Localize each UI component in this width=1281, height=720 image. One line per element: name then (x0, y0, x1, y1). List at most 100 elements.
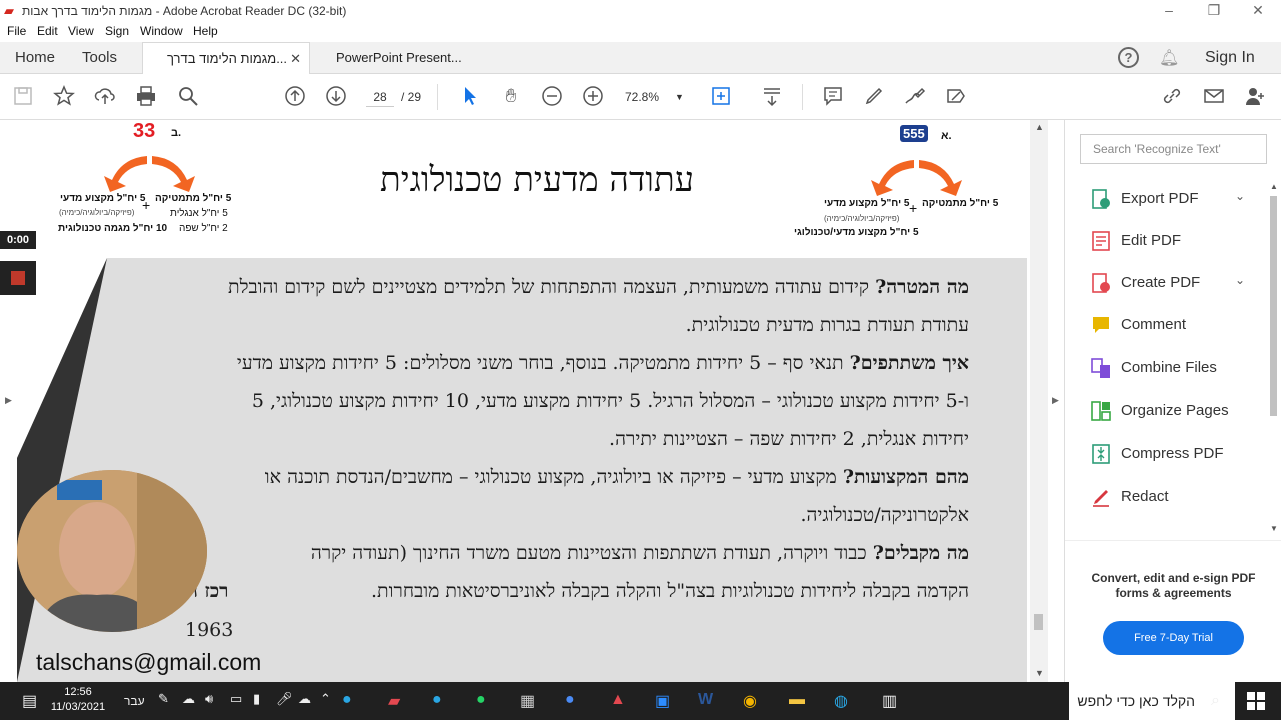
close-window-button[interactable]: ✕ (1235, 0, 1281, 22)
telegram-icon[interactable]: ● (432, 691, 442, 709)
organize-pages-icon (1091, 401, 1111, 421)
hand-tool-icon[interactable]: ✋︎ (499, 85, 523, 109)
bookmark-star-icon[interactable] (52, 85, 76, 109)
edge-icon[interactable]: ◍ (834, 691, 848, 711)
cloud-icon[interactable]: ☁ (182, 691, 195, 707)
sign-in-button[interactable]: Sign In (1205, 42, 1255, 74)
highlight-pen-icon[interactable] (862, 85, 886, 109)
right-pane-collapse[interactable]: ▶ (1048, 120, 1064, 682)
fill-sign-icon[interactable] (944, 85, 968, 109)
save-icon[interactable] (11, 85, 35, 109)
acrobat-app-icon[interactable]: ▰ (388, 691, 400, 711)
scroll-up-icon[interactable]: ▲ (1270, 182, 1278, 191)
language-indicator[interactable]: עבר (124, 694, 145, 708)
pen-icon[interactable]: ✎ (158, 691, 169, 707)
tools-scrollbar[interactable]: ▲ ▼ (1267, 180, 1279, 538)
chevron-down-icon[interactable]: ⌄ (1235, 273, 1245, 287)
chevron-up-icon[interactable]: ⌃ (320, 691, 331, 707)
task-view-icon[interactable]: ▥ (882, 691, 897, 711)
next-page-icon[interactable] (324, 85, 348, 109)
tool-organize-pages[interactable]: Organize Pages (1085, 398, 1265, 424)
scroll-down-icon[interactable]: ▼ (1270, 524, 1278, 533)
bell-icon[interactable]: 🔔︎ (1159, 48, 1179, 68)
tool-comment[interactable]: Comment (1085, 312, 1265, 338)
toolbar-divider (437, 84, 438, 110)
minimize-button[interactable]: – (1146, 0, 1192, 22)
tool-edit-pdf[interactable]: Edit PDF (1085, 228, 1265, 254)
tool-combine-files[interactable]: Combine Files (1085, 355, 1265, 381)
tab-home[interactable]: Home (15, 42, 55, 74)
promo-text: Convert, edit and e-sign PDF forms & agr… (1091, 571, 1256, 600)
menu-window[interactable]: Window (140, 24, 183, 38)
help-app-icon[interactable]: ● (342, 691, 352, 709)
left-pane-collapse[interactable]: ▶ (0, 120, 17, 682)
menu-help[interactable]: Help (193, 24, 218, 38)
upload-icon[interactable] (93, 85, 117, 109)
maximize-button[interactable]: ❐ (1191, 0, 1237, 22)
text-line: מה מקבלים? כבוד ויוקרה, תעודת השתתפות וה… (310, 542, 969, 564)
menu-sign[interactable]: Sign (105, 24, 129, 38)
word-icon[interactable]: W (698, 691, 713, 709)
volume-icon[interactable]: 🔊︎ (205, 691, 213, 707)
battery-icon[interactable]: ▮ (253, 691, 260, 707)
tool-redact[interactable]: Redact (1085, 484, 1265, 510)
tab-document-2[interactable]: PowerPoint Present... (324, 42, 479, 74)
collapse-right-icon[interactable]: ▶ (1052, 395, 1059, 406)
whatsapp-icon[interactable]: ● (476, 691, 486, 709)
promo-section: Convert, edit and e-sign PDF forms & agr… (1065, 540, 1281, 682)
create-pdf-icon (1092, 273, 1110, 293)
tab-close-icon[interactable]: ✕ (290, 43, 301, 75)
sign-icon[interactable] (903, 85, 927, 109)
recognize-text-search-input[interactable]: Search 'Recognize Text' (1080, 134, 1267, 164)
microphone-icon[interactable]: 🎤︎ (276, 691, 293, 707)
scroll-thumb[interactable] (1270, 196, 1277, 416)
tab-tools[interactable]: Tools (82, 42, 117, 74)
link-icon[interactable] (1160, 85, 1184, 109)
search-icon[interactable] (176, 85, 200, 109)
free-trial-button[interactable]: Free 7-Day Trial (1103, 621, 1244, 655)
add-user-icon[interactable] (1243, 85, 1267, 109)
notifications-icon[interactable]: ▤ (22, 691, 37, 711)
scroll-down-icon[interactable]: ▼ (1035, 668, 1044, 678)
chevron-down-icon[interactable]: ⌄ (1235, 189, 1245, 203)
zoom-in-icon[interactable] (581, 85, 605, 109)
tool-create-pdf[interactable]: Create PDF ⌄ (1085, 270, 1265, 296)
network-icon[interactable]: ▭ (230, 691, 242, 707)
scroll-thumb[interactable] (1034, 614, 1043, 630)
tool-compress-pdf[interactable]: Compress PDF (1085, 441, 1265, 467)
webcam-overlay (17, 470, 207, 632)
document-scrollbar[interactable]: ▲ ▼ (1030, 120, 1048, 682)
select-cursor-icon[interactable] (458, 85, 482, 109)
onedrive-icon[interactable]: ☁ (298, 691, 311, 707)
menu-view[interactable]: View (68, 24, 94, 38)
tab-document-2-label: PowerPoint Present... (336, 50, 462, 65)
tab-document-active[interactable]: מגמות הלימוד בדרך... ✕ (142, 42, 310, 74)
expand-left-icon[interactable]: ▶ (5, 395, 12, 406)
scroll-up-icon[interactable]: ▲ (1035, 122, 1044, 132)
windows-start-icon[interactable] (1247, 692, 1265, 710)
app-icon[interactable]: ● (565, 691, 575, 709)
tool-export-pdf[interactable]: Export PDF ⌄ (1085, 186, 1265, 212)
print-icon[interactable] (134, 85, 158, 109)
chrome-icon[interactable]: ◉ (743, 691, 757, 711)
email-icon[interactable] (1202, 85, 1226, 109)
search-icon[interactable]: ⌕ (1211, 692, 1220, 710)
zoom-out-icon[interactable] (540, 85, 564, 109)
menu-edit[interactable]: Edit (37, 24, 58, 38)
menu-file[interactable]: File (7, 24, 26, 38)
option-letter-a: א. (941, 130, 952, 142)
previous-page-icon[interactable] (283, 85, 307, 109)
app-icon[interactable]: ▲ (610, 691, 626, 709)
clock[interactable]: 12:56 11/03/2021 (48, 685, 108, 715)
zoom-select[interactable]: 72.8% ▼ (625, 87, 687, 107)
page-number-input[interactable]: 28 (366, 87, 394, 107)
text-line: איך משתתפים? תנאי סף – 5 יחידות מתמטיקה.… (236, 352, 969, 374)
scroll-mode-icon[interactable] (760, 85, 784, 109)
file-explorer-icon[interactable]: ▬ (789, 691, 805, 709)
record-button[interactable] (0, 261, 36, 295)
zoom-app-icon[interactable]: ▣ (655, 691, 670, 711)
fit-page-icon[interactable] (709, 85, 733, 109)
comment-icon[interactable] (821, 85, 845, 109)
help-icon[interactable]: ? (1118, 47, 1139, 68)
calculator-icon[interactable]: ▦ (520, 691, 535, 711)
